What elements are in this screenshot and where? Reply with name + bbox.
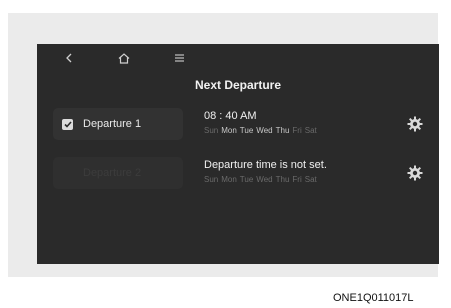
chevron-left-icon <box>66 53 72 63</box>
departure-row-2: Departure 2 Departure time is not set. S… <box>51 157 431 191</box>
vehicle-display-screen: Next Departure Departure 1 08 : 40 AM Su… <box>37 44 439 264</box>
gear-icon[interactable] <box>407 165 423 181</box>
page-title: Next Departure <box>194 78 282 92</box>
home-button[interactable] <box>117 50 131 66</box>
menu-button[interactable] <box>173 50 185 66</box>
day-wed: Wed <box>256 175 273 184</box>
day-mon: Mon <box>221 175 237 184</box>
day-tue: Tue <box>239 175 254 184</box>
departure-row-1: Departure 1 08 : 40 AM Sun Mon Tue Wed T… <box>51 108 431 142</box>
home-icon <box>118 52 130 64</box>
departure-2-days: Sun Mon Tue Wed Thu Fri Sat <box>204 175 317 184</box>
departure-2-toggle[interactable]: Departure 2 <box>53 157 183 189</box>
day-tue: Tue <box>239 126 254 135</box>
figure-caption: ONE1Q011017L <box>333 292 414 304</box>
day-sun: Sun <box>204 175 219 184</box>
departure-2-label: Departure 2 <box>83 167 142 179</box>
checkbox-checked-icon[interactable] <box>62 118 73 130</box>
back-button[interactable] <box>63 50 75 66</box>
day-sat: Sat <box>304 175 317 184</box>
day-thu: Thu <box>275 175 290 184</box>
departure-2-time[interactable]: Departure time is not set. <box>204 159 327 171</box>
day-thu: Thu <box>275 126 290 135</box>
departure-1-time[interactable]: 08 : 40 AM <box>204 110 257 122</box>
day-fri: Fri <box>292 126 302 135</box>
day-sat: Sat <box>304 126 317 135</box>
day-sun: Sun <box>204 126 219 135</box>
departure-1-toggle[interactable]: Departure 1 <box>53 108 183 140</box>
gear-icon[interactable] <box>407 116 423 132</box>
day-wed: Wed <box>256 126 273 135</box>
departure-1-label: Departure 1 <box>83 118 142 130</box>
day-mon: Mon <box>221 126 237 135</box>
day-fri: Fri <box>292 175 302 184</box>
departure-1-days: Sun Mon Tue Wed Thu Fri Sat <box>204 126 317 135</box>
menu-icon <box>174 54 184 62</box>
